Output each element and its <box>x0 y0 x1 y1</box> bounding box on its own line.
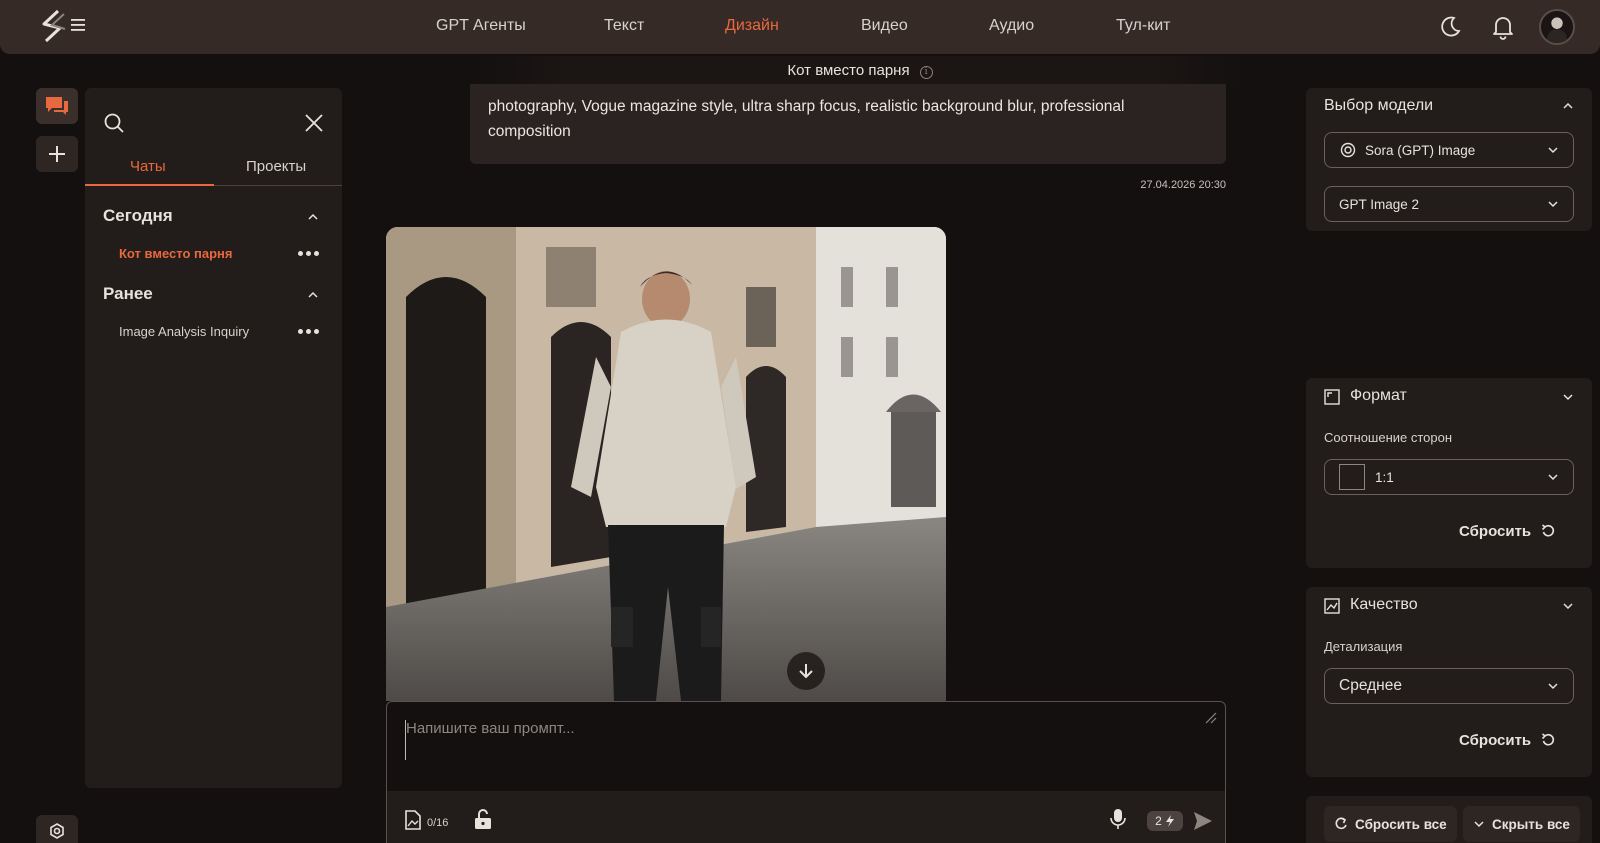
image-count: 0/16 <box>427 817 449 829</box>
openai-icon <box>1340 142 1356 158</box>
aspect-ratio-label: Соотношение сторон <box>1324 430 1453 445</box>
send-icon[interactable] <box>1192 810 1214 832</box>
nav-text[interactable]: Текст <box>604 17 644 35</box>
detail-value: Среднее <box>1339 677 1402 694</box>
quality-reset-button[interactable]: Сбросить <box>1459 732 1555 749</box>
chat-history-panel: Чаты Проекты Сегодня Кот вместо парня Ра… <box>85 88 342 788</box>
chevron-down-icon <box>1548 147 1558 154</box>
refresh-icon <box>1335 817 1347 830</box>
close-icon[interactable] <box>303 112 325 134</box>
nav-audio[interactable]: Аудио <box>989 17 1034 35</box>
detail-select[interactable]: Среднее <box>1324 668 1574 704</box>
plus-icon <box>49 146 65 162</box>
message-timestamp: 27.04.2026 20:30 <box>1140 179 1226 191</box>
chevron-up-icon[interactable] <box>307 213 319 221</box>
format-reset-label: Сбросить <box>1459 523 1532 540</box>
tab-chats[interactable]: Чаты <box>130 158 166 175</box>
unlock-icon[interactable] <box>473 808 493 830</box>
detail-label: Детализация <box>1324 639 1403 654</box>
sidebar-tabs: Чаты Проекты <box>85 150 342 186</box>
new-chat-button[interactable] <box>36 136 78 172</box>
hamburger-menu-icon[interactable] <box>71 18 85 32</box>
nav-video[interactable]: Видео <box>861 17 908 35</box>
model-version-select[interactable]: GPT Image 2 <box>1324 186 1574 222</box>
chat-item[interactable]: Кот вместо парня <box>119 246 232 261</box>
chat-bubbles-icon <box>46 97 68 115</box>
hide-all-button[interactable]: Скрыть все <box>1463 806 1580 842</box>
cost-badge: 2 <box>1147 811 1183 831</box>
model-provider-select[interactable]: Sora (GPT) Image <box>1324 132 1574 168</box>
undo-icon <box>1542 733 1555 746</box>
reset-all-button[interactable]: Сбросить все <box>1324 806 1457 842</box>
download-image-button[interactable] <box>787 652 825 690</box>
chat-item-more-icon[interactable] <box>298 251 322 257</box>
quality-panel: Качество Детализация Среднее Сбросить <box>1306 587 1592 777</box>
model-selection-panel: Выбор модели Sora (GPT) Image GPT Image … <box>1306 88 1592 231</box>
prompt-composer: 0/16 2 <box>386 701 1226 843</box>
settings-button[interactable] <box>36 815 78 843</box>
model-provider-value: Sora (GPT) Image <box>1365 142 1476 158</box>
chevron-down-icon[interactable] <box>1562 393 1574 401</box>
cost-value: 2 <box>1155 814 1162 828</box>
nav-gpt-agents[interactable]: GPT Агенты <box>436 17 526 35</box>
app-logo-icon[interactable] <box>34 8 72 44</box>
undo-icon <box>1542 524 1555 537</box>
model-version-value: GPT Image 2 <box>1339 196 1420 212</box>
chevron-down-icon <box>1548 201 1558 208</box>
tab-projects[interactable]: Проекты <box>246 158 306 175</box>
chat-item[interactable]: Image Analysis Inquiry <box>119 324 249 339</box>
chevron-up-icon[interactable] <box>1562 102 1574 110</box>
street-fashion-photo <box>386 227 946 701</box>
section-today-title[interactable]: Сегодня <box>103 206 173 226</box>
microphone-icon[interactable] <box>1109 807 1127 831</box>
chat-item-more-icon[interactable] <box>298 329 322 335</box>
section-earlier-title[interactable]: Ранее <box>103 284 153 304</box>
chevron-up-icon[interactable] <box>307 291 319 299</box>
composer-toolbar: 0/16 2 <box>387 791 1225 843</box>
format-reset-button[interactable]: Сбросить <box>1459 523 1555 540</box>
user-avatar[interactable] <box>1539 9 1575 45</box>
moon-icon[interactable] <box>1437 14 1463 40</box>
attach-image-icon[interactable] <box>403 809 423 831</box>
chevron-down-icon <box>1548 474 1558 481</box>
arrow-down-icon <box>799 664 813 679</box>
chats-rail-button[interactable] <box>36 88 78 124</box>
generated-image[interactable] <box>386 227 946 701</box>
nav-toolkit[interactable]: Тул-кит <box>1116 17 1170 35</box>
quality-icon <box>1324 598 1340 614</box>
gear-icon <box>50 823 64 839</box>
resize-handle-icon[interactable] <box>1205 712 1217 724</box>
active-tab-indicator <box>85 184 214 186</box>
format-panel-title: Формат <box>1350 387 1407 404</box>
chat-title: Кот вместо парня <box>787 62 910 79</box>
search-icon[interactable] <box>103 112 125 134</box>
user-prompt-message: photography, Vogue magazine style, ultra… <box>470 84 1226 164</box>
prompt-text-line: composition <box>488 123 571 140</box>
chevron-down-icon[interactable] <box>1562 602 1574 610</box>
nav-design[interactable]: Дизайн <box>725 17 779 35</box>
format-panel: Формат Соотношение сторон 1:1 Сбросить <box>1306 378 1592 568</box>
chevron-down-icon <box>1474 821 1484 828</box>
square-ratio-icon <box>1339 464 1365 490</box>
reset-all-label: Сбросить все <box>1355 816 1447 832</box>
aspect-ratio-icon <box>1324 389 1340 405</box>
quality-reset-label: Сбросить <box>1459 732 1532 749</box>
info-icon[interactable]: i <box>919 66 933 79</box>
model-panel-title: Выбор модели <box>1324 97 1434 114</box>
prompt-input[interactable] <box>405 720 1165 760</box>
aspect-ratio-select[interactable]: 1:1 <box>1324 459 1574 495</box>
chat-title-bar: Кот вместо парня i <box>470 56 1250 86</box>
top-navigation-bar: GPT Агенты Текст Дизайн Видео Аудио Тул-… <box>0 0 1600 54</box>
aspect-ratio-value: 1:1 <box>1375 469 1394 485</box>
hide-all-label: Скрыть все <box>1492 816 1570 832</box>
lightning-icon <box>1165 815 1174 827</box>
bell-icon[interactable] <box>1490 14 1516 40</box>
quality-panel-title: Качество <box>1350 596 1418 613</box>
prompt-text-line: photography, Vogue magazine style, ultra… <box>488 98 1125 115</box>
chevron-down-icon <box>1548 683 1558 690</box>
